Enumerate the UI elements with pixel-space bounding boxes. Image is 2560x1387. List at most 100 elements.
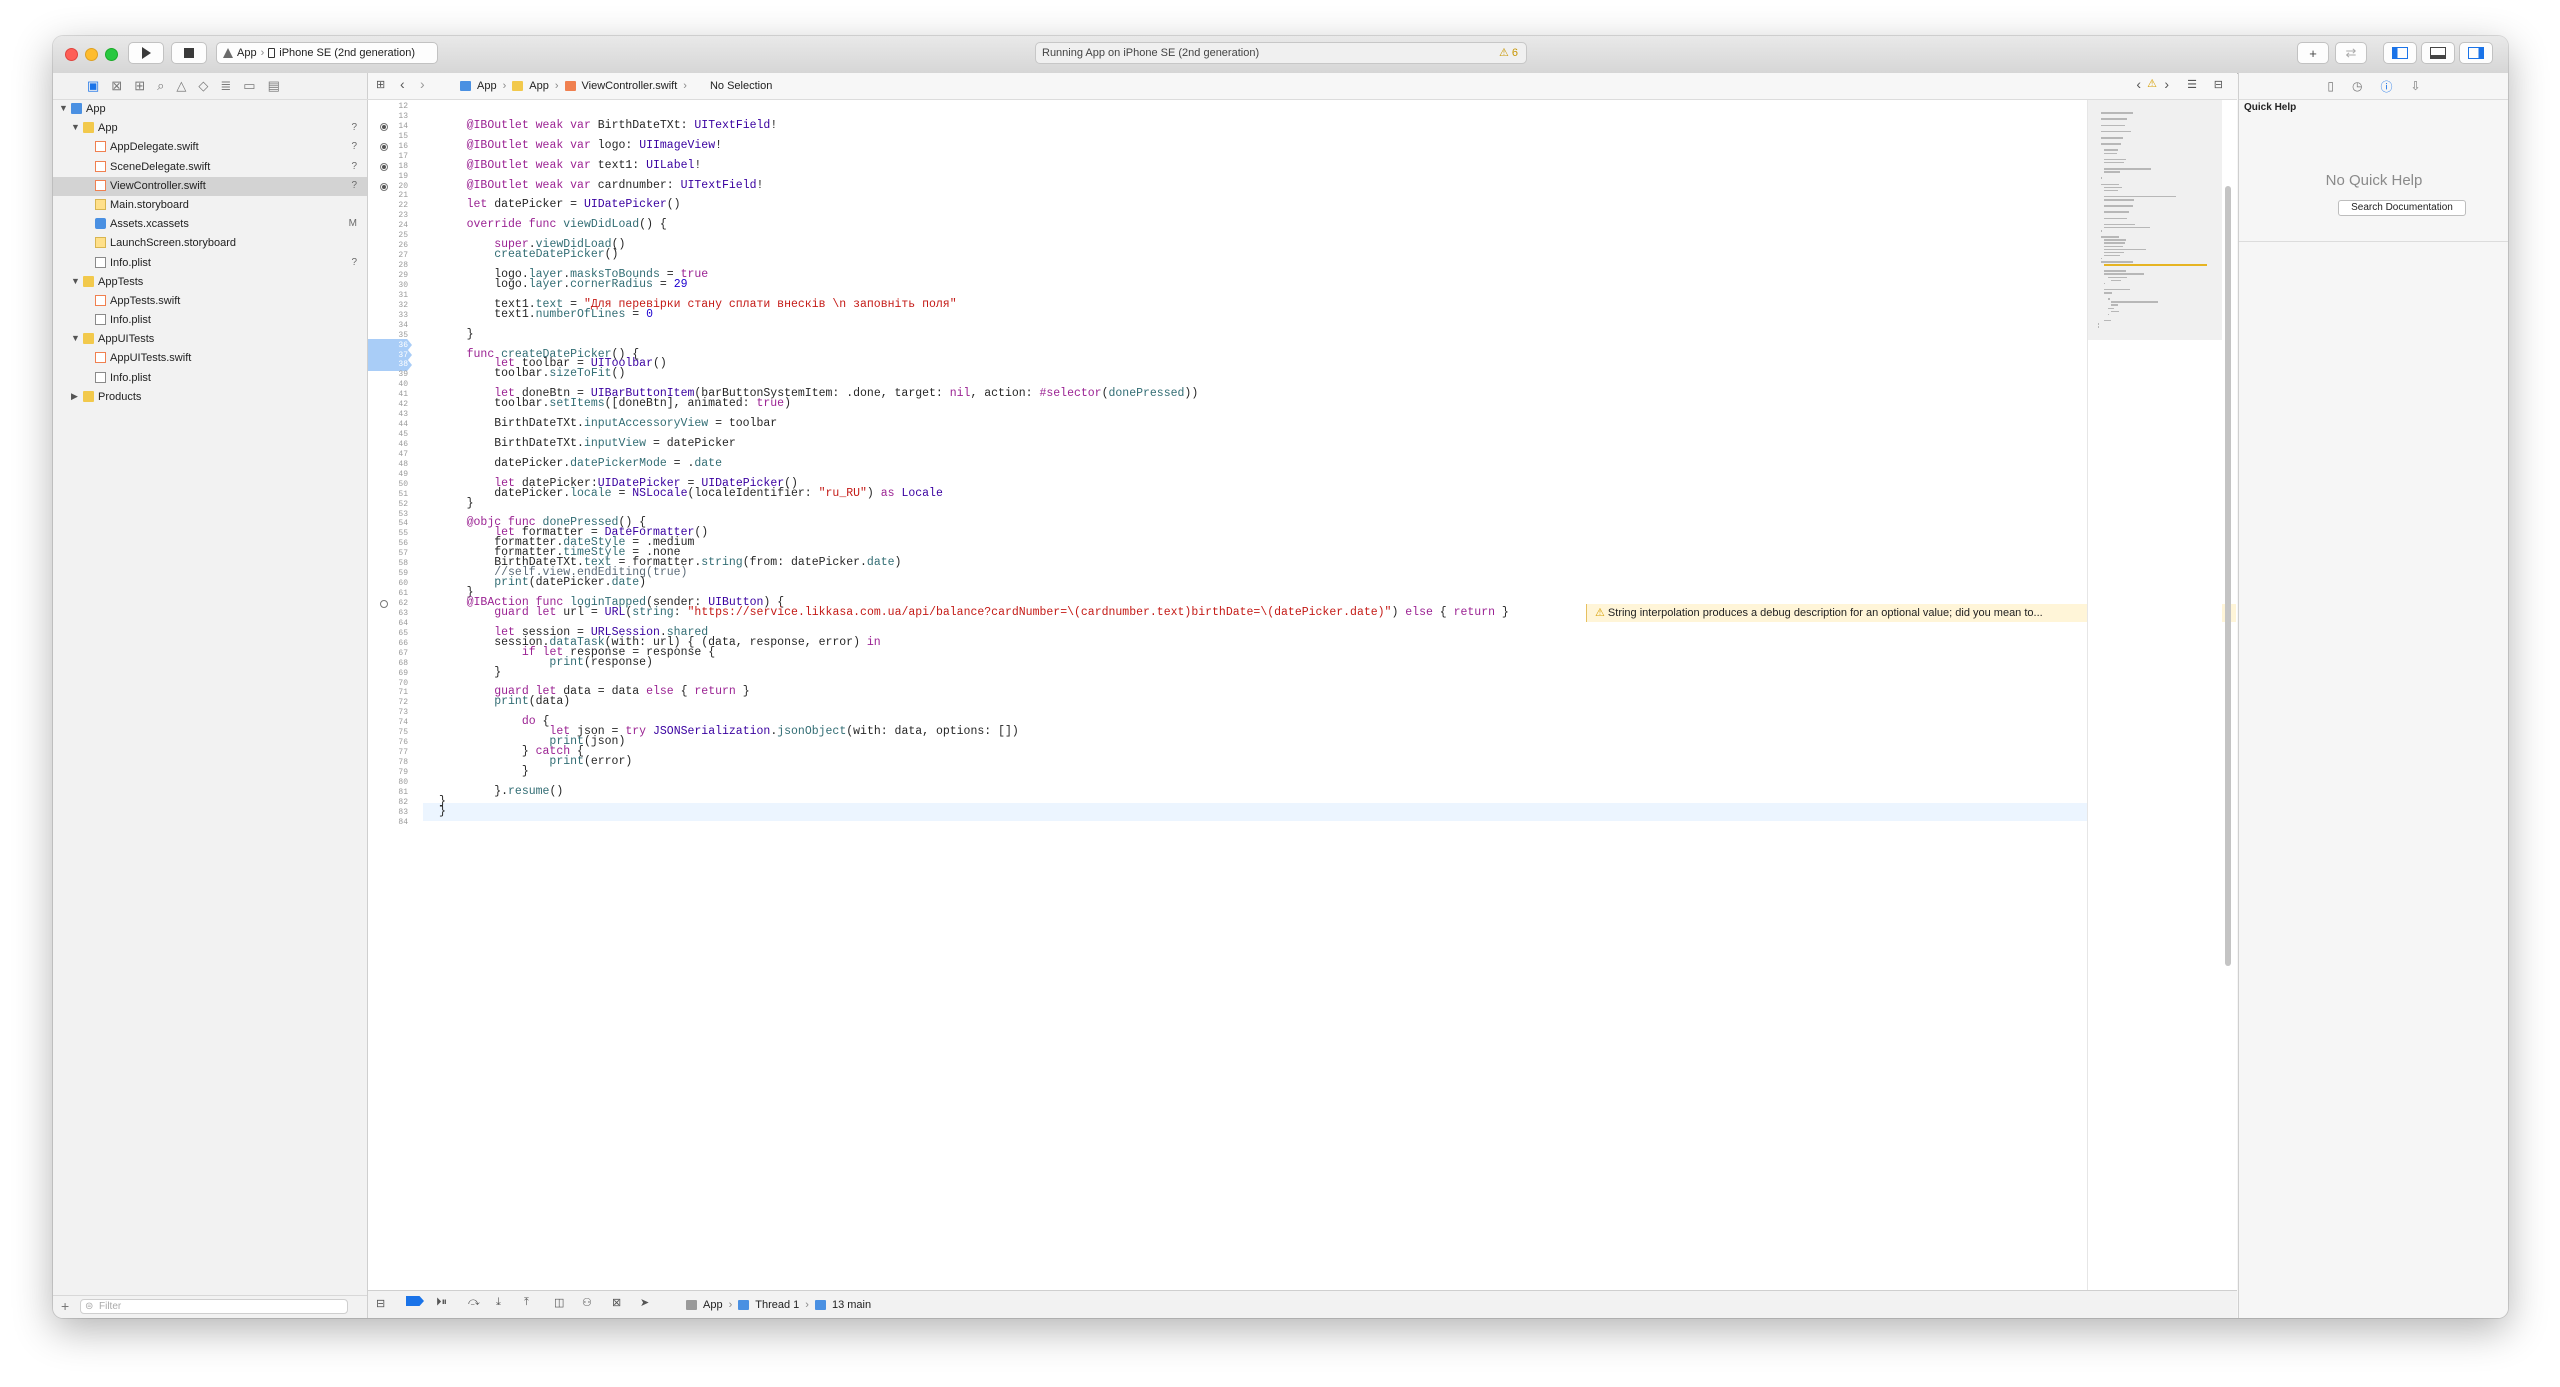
line-number: 33 xyxy=(398,310,408,320)
breadcrumb-item[interactable]: App xyxy=(477,80,497,92)
step-into-icon[interactable]: ⤓ xyxy=(496,1296,501,1309)
line-number: 80 xyxy=(398,777,408,787)
toggle-inspector-button[interactable] xyxy=(2459,42,2493,64)
navigator-item[interactable]: AppDelegate.swift? xyxy=(53,138,367,157)
device-icon xyxy=(268,48,276,58)
navigator-item[interactable]: ▼ AppUITests xyxy=(53,330,367,349)
library-button[interactable]: + xyxy=(2297,42,2329,64)
navigator-item[interactable]: Assets.xcassets M xyxy=(53,215,367,234)
editor-scrollbar[interactable] xyxy=(2225,186,2231,966)
breadcrumb-item[interactable]: ViewController.swift xyxy=(582,80,678,92)
minimap-line xyxy=(2104,273,2144,275)
attributes-icon[interactable]: ⇩ xyxy=(2411,79,2421,93)
navigator-item-label: AppUITests xyxy=(98,333,155,346)
breadcrumb-item[interactable]: App xyxy=(529,80,549,92)
outlet-connection-icon[interactable] xyxy=(380,600,388,608)
forward-button[interactable]: › xyxy=(420,76,425,92)
step-over-icon[interactable]: ⤼ xyxy=(468,1296,480,1309)
breadcrumb-item[interactable]: 13 main xyxy=(832,1299,871,1311)
toggle-navigator-button[interactable] xyxy=(2383,42,2417,64)
minimap-line xyxy=(2104,254,2120,257)
quick-help-icon[interactable]: ⓘ xyxy=(2381,78,2393,95)
minimize-window-button[interactable] xyxy=(85,48,98,61)
minimap-visible-region[interactable] xyxy=(2088,100,2222,340)
navigator-item[interactable]: Info.plist xyxy=(53,369,367,388)
issue-icon[interactable]: △ xyxy=(176,78,186,94)
history-icon[interactable]: ◷ xyxy=(2352,79,2362,93)
zoom-window-button[interactable] xyxy=(105,48,118,61)
source-editor[interactable]: 12 13 14 @IBOutlet weak var BirthDateTXt: … xyxy=(368,100,2237,1290)
debug-icon[interactable]: ≣ xyxy=(220,78,231,94)
editor-options-icon[interactable]: ☰ xyxy=(2187,78,2197,91)
back-button[interactable]: ‹ xyxy=(400,76,405,92)
filter-input[interactable]: ⊜ Filter xyxy=(80,1299,348,1314)
navigator-item[interactable]: LaunchScreen.storyboard xyxy=(53,234,367,253)
navigator-item[interactable]: SceneDelegate.swift? xyxy=(53,158,367,177)
run-button[interactable] xyxy=(128,42,164,64)
simulate-location-icon[interactable]: ➤ xyxy=(640,1296,649,1309)
navigator-item[interactable]: ▼ App? xyxy=(53,119,367,138)
warning-indicator[interactable]: ⚠ 6 xyxy=(1499,46,1518,59)
navigator-item[interactable]: AppUITests.swift xyxy=(53,349,367,368)
file-inspector-icon[interactable]: ▯ xyxy=(2327,79,2334,93)
issue-warning-icon[interactable]: ⚠ xyxy=(2147,77,2157,90)
line-number: 73 xyxy=(398,708,408,718)
continue-icon[interactable]: ⏵⏸ xyxy=(436,1296,447,1309)
minimap-line xyxy=(2104,199,2135,201)
thread-icon xyxy=(738,1300,750,1310)
outlet-connection-icon[interactable] xyxy=(380,182,388,191)
disclosure-open-icon[interactable]: ▼ xyxy=(59,103,68,113)
breakpoint-icon[interactable]: ▭ xyxy=(243,78,255,94)
folder-icon[interactable]: ▣ xyxy=(87,78,99,94)
prev-issue-button[interactable]: ‹ xyxy=(2136,76,2141,92)
line-number: 16 xyxy=(398,141,408,151)
environment-overrides-icon[interactable]: ⊠ xyxy=(612,1296,621,1309)
breadcrumb-item[interactable]: App xyxy=(703,1299,723,1311)
chevron-right-icon: › xyxy=(805,1299,809,1311)
breadcrumb-item[interactable]: No Selection xyxy=(710,80,772,92)
next-issue-button[interactable]: › xyxy=(2164,76,2169,92)
source-control-icon[interactable]: ⊠ xyxy=(111,78,122,94)
disclosure-open-icon[interactable]: ▼ xyxy=(71,333,80,343)
hide-debug-area-icon[interactable]: ⊟ xyxy=(376,1297,385,1310)
navigator-item[interactable]: Main.storyboard xyxy=(53,196,367,215)
view-hierarchy-icon[interactable]: ◫ xyxy=(554,1296,564,1309)
outlet-connection-icon[interactable] xyxy=(380,162,388,171)
add-file-icon[interactable]: + xyxy=(61,1298,69,1314)
report-icon[interactable]: ▤ xyxy=(268,78,280,94)
outlet-connection-icon[interactable] xyxy=(380,142,388,151)
stop-icon xyxy=(184,48,194,58)
stop-button[interactable] xyxy=(171,42,207,64)
related-items-icon[interactable]: ⊞ xyxy=(376,78,385,91)
breakpoints-toggle-icon[interactable] xyxy=(406,1296,424,1306)
disclosure-open-icon[interactable]: ▼ xyxy=(71,276,80,286)
navigator-item[interactable]: ▼ AppTests xyxy=(53,273,367,292)
code-review-button[interactable]: ⇄ xyxy=(2335,42,2367,64)
toggle-debug-area-button[interactable] xyxy=(2421,42,2455,64)
add-editor-icon[interactable]: ⊟ xyxy=(2214,78,2223,91)
navigator-item[interactable]: Info.plist xyxy=(53,311,367,330)
breadcrumb-item[interactable]: Thread 1 xyxy=(755,1299,799,1311)
outlet-connection-icon[interactable] xyxy=(380,122,388,131)
search-documentation-button[interactable]: Search Documentation xyxy=(2338,200,2466,216)
step-out-icon[interactable]: ⤒ xyxy=(524,1296,529,1309)
symbol-icon[interactable]: ⊞ xyxy=(134,78,145,94)
navigator-item[interactable]: ▼ App xyxy=(53,100,367,119)
scheme-selector[interactable]: App › iPhone SE (2nd generation) xyxy=(216,42,438,64)
minimap[interactable] xyxy=(2087,100,2222,1290)
navigator-item[interactable]: AppTests.swift xyxy=(53,292,367,311)
close-window-button[interactable] xyxy=(65,48,78,61)
swift-file-icon xyxy=(564,81,576,91)
memory-graph-icon[interactable]: ⚇ xyxy=(582,1296,592,1309)
minimap-line xyxy=(2107,307,2114,309)
test-icon[interactable]: ◇ xyxy=(198,78,208,94)
navigator-item[interactable]: Info.plist? xyxy=(53,254,367,273)
disclosure-closed-icon[interactable]: ▶ xyxy=(71,391,78,402)
navigator-item[interactable]: ViewController.swift? xyxy=(53,176,367,196)
navigator-item[interactable]: ▶ Products xyxy=(53,388,367,407)
search-icon[interactable]: ⌕ xyxy=(157,78,164,94)
sb-file-icon xyxy=(95,198,106,210)
minimap-line xyxy=(2110,304,2119,306)
disclosure-open-icon[interactable]: ▼ xyxy=(71,122,80,132)
line-number: 70 xyxy=(398,678,408,688)
